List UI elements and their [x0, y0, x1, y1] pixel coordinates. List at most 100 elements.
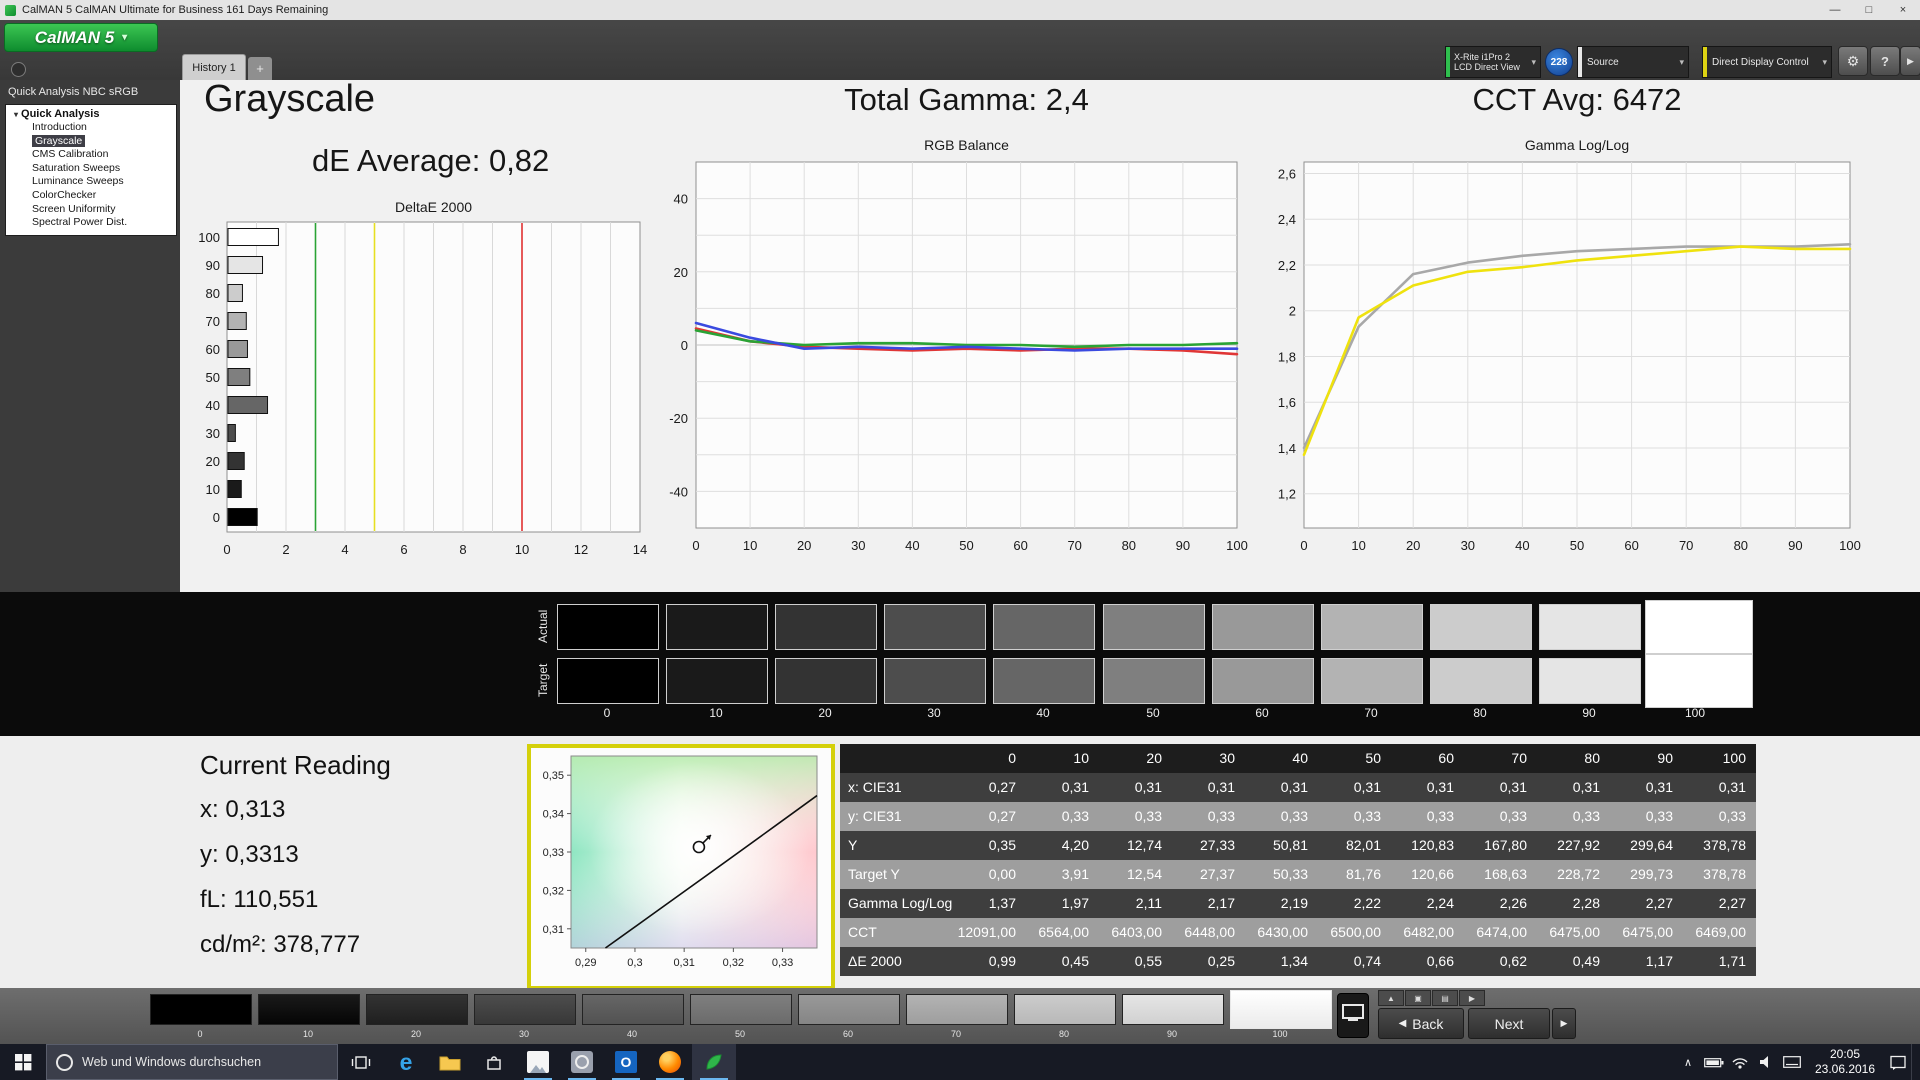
tree-root-quick-analysis[interactable]: ▾ Quick Analysis [6, 105, 176, 121]
forward-button[interactable]: ▶ [1900, 46, 1920, 76]
start-button[interactable] [0, 1044, 46, 1080]
table-cell: 50,33 [1245, 860, 1318, 889]
speaker-icon[interactable] [1753, 1044, 1779, 1080]
grid-mini-button[interactable]: ▣ [1405, 990, 1431, 1006]
target-patch-20 [775, 658, 877, 704]
reading-fl: fL: 110,551 [200, 886, 319, 913]
source-dropdown[interactable]: Source ▾ [1577, 46, 1689, 78]
svg-text:50: 50 [206, 370, 220, 385]
sidebar-item-cms-calibration[interactable]: CMS Calibration [6, 148, 176, 162]
table-column-header: 60 [1391, 744, 1464, 773]
help-button[interactable]: ? [1870, 46, 1900, 76]
next-button[interactable]: Next [1468, 1008, 1550, 1039]
deltae-2000-chart: DeltaE 2000 0 10 20 30 40 50 60 70 80 90 100 0 2 4 6 8 10… [198, 199, 647, 557]
tree-expander-icon[interactable]: ▾ [14, 110, 18, 119]
svg-text:60: 60 [206, 342, 220, 357]
table-cell: 0,33 [1464, 802, 1537, 831]
svg-text:80: 80 [1734, 538, 1748, 553]
svg-text:60: 60 [1624, 538, 1638, 553]
svg-text:10: 10 [206, 482, 220, 497]
table-cell: 0,35 [953, 831, 1026, 860]
calman-logo-menu[interactable]: CalMAN 5 ▾ [4, 23, 158, 52]
sidebar-item-luminance-sweeps[interactable]: Luminance Sweeps [6, 175, 176, 189]
pattern-window-button[interactable] [1337, 993, 1369, 1038]
taskbar-app-explorer[interactable] [428, 1044, 472, 1080]
taskbar-app-outlook[interactable]: O [604, 1044, 648, 1080]
meter-info: X-Rite i1Pro 2 LCD Direct View [1450, 52, 1520, 72]
taskbar-app-camera[interactable] [560, 1044, 604, 1080]
pattern-level-100-button[interactable] [1230, 990, 1332, 1029]
svg-text:-20: -20 [669, 411, 688, 426]
pattern-level-30-button[interactable] [474, 994, 576, 1025]
status-dot-button[interactable] [11, 62, 26, 77]
rows-mini-button[interactable]: ▤ [1432, 990, 1458, 1006]
svg-text:0,31: 0,31 [543, 924, 564, 936]
pattern-level-90-button[interactable] [1122, 994, 1224, 1025]
cie-chart-panel[interactable]: 0,29 0,3 0,31 0,32 0,33 0,31 0,32 0,33 0,34 0,35 [527, 744, 835, 990]
table-cell: 0,66 [1391, 947, 1464, 976]
sidebar-item-screen-uniformity[interactable]: Screen Uniformity [6, 203, 176, 217]
back-button[interactable]: ◀ Back [1378, 1008, 1464, 1039]
taskbar-app-firefox[interactable] [648, 1044, 692, 1080]
taskbar-search[interactable]: Web und Windows durchsuchen [46, 1044, 338, 1080]
table-cell: 2,11 [1099, 889, 1172, 918]
action-center-button[interactable] [1885, 1044, 1911, 1080]
table-cell: 0,55 [1099, 947, 1172, 976]
taskbar-app-calman[interactable] [692, 1044, 736, 1080]
svg-text:100: 100 [1226, 538, 1248, 553]
meter-count-badge[interactable]: 228 [1545, 48, 1573, 76]
task-view-button[interactable] [338, 1044, 384, 1080]
sidebar-item-colorchecker[interactable]: ColorChecker [6, 189, 176, 203]
sidebar-item-saturation-sweeps[interactable]: Saturation Sweeps [6, 162, 176, 176]
actual-patch-70 [1321, 604, 1423, 650]
svg-text:30: 30 [1461, 538, 1475, 553]
show-desktop-button[interactable] [1911, 1044, 1920, 1080]
play-mini-button[interactable]: ▶ [1459, 990, 1485, 1006]
sidebar-item-grayscale[interactable]: Grayscale [6, 134, 176, 149]
pattern-level-40-button[interactable] [582, 994, 684, 1025]
add-tab-button[interactable]: + [248, 57, 272, 80]
table-corner-cell [840, 744, 953, 773]
taskbar-clock[interactable]: 20:05 23.06.2016 [1805, 1047, 1885, 1077]
pattern-level-0-button[interactable] [150, 994, 252, 1025]
pattern-level-70-button[interactable] [906, 994, 1008, 1025]
pattern-level-50-button[interactable] [690, 994, 792, 1025]
table-cell: 0,33 [1610, 802, 1683, 831]
close-button[interactable]: × [1886, 0, 1920, 20]
table-cell: 2,27 [1610, 889, 1683, 918]
reading-x: x: 0,313 [200, 796, 286, 823]
table-cell: 227,92 [1537, 831, 1610, 860]
network-wifi-icon[interactable] [1727, 1044, 1753, 1080]
system-tray: ∧ 20:05 23.06.2016 [1675, 1044, 1920, 1080]
display-control-dropdown[interactable]: Direct Display Control ▾ [1702, 46, 1832, 78]
outlook-icon: O [615, 1051, 637, 1073]
taskbar-app-edge[interactable]: e [384, 1044, 428, 1080]
battery-icon[interactable] [1701, 1044, 1727, 1080]
table-row-label: y: CIE31 [840, 802, 953, 831]
settings-gear-button[interactable]: ⚙ [1838, 46, 1868, 76]
keyboard-icon[interactable] [1779, 1044, 1805, 1080]
taskbar-app-photos[interactable] [516, 1044, 560, 1080]
svg-text:0: 0 [213, 510, 220, 525]
eject-mini-button[interactable]: ▲ [1378, 990, 1404, 1006]
pattern-level-20-button[interactable] [366, 994, 468, 1025]
sidebar-item-spectral-power-dist-[interactable]: Spectral Power Dist. [6, 216, 176, 230]
minimize-button[interactable]: — [1818, 0, 1852, 20]
svg-text:1,8: 1,8 [1278, 349, 1296, 364]
meter-dropdown[interactable]: X-Rite i1Pro 2 LCD Direct View ▾ [1445, 46, 1541, 78]
tab-history-1[interactable]: History 1 [182, 54, 246, 81]
sidebar-item-introduction[interactable]: Introduction [6, 121, 176, 135]
next-arrow-button[interactable]: ▶ [1552, 1008, 1576, 1039]
pattern-level-10-button[interactable] [258, 994, 360, 1025]
table-cell: 6430,00 [1245, 918, 1318, 947]
taskbar-app-store[interactable] [472, 1044, 516, 1080]
pattern-level-60-button[interactable] [798, 994, 900, 1025]
maximize-button[interactable]: □ [1852, 0, 1886, 20]
hidden-icons-chevron[interactable]: ∧ [1675, 1044, 1701, 1080]
pattern-level-80-button[interactable] [1014, 994, 1116, 1025]
svg-text:0,3: 0,3 [627, 957, 642, 969]
table-column-header: 30 [1172, 744, 1245, 773]
table-cell: 0,33 [1391, 802, 1464, 831]
table-cell: 82,01 [1318, 831, 1391, 860]
target-patch-70 [1321, 658, 1423, 704]
